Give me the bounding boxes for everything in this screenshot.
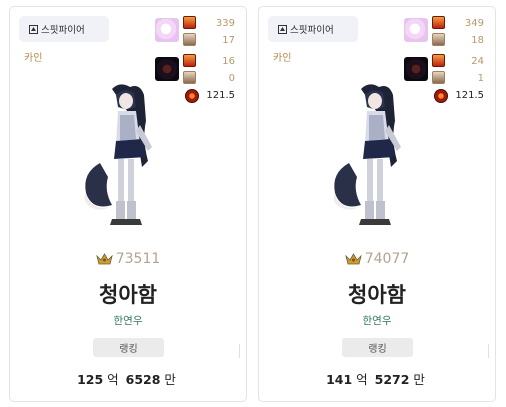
- ranking-button[interactable]: 랭킹: [93, 338, 164, 357]
- character-card-1[interactable]: 스핏파이어 카인 339 17 16 0 121.5 73511 청아함 한연우…: [9, 6, 247, 402]
- score-value: 74077: [364, 251, 410, 267]
- server-icon: [278, 24, 287, 34]
- stat-value: 16: [222, 56, 235, 67]
- server-name: 스핏파이어: [290, 25, 334, 36]
- value-text: 141 억 5272 만: [259, 369, 495, 388]
- value-man: 5272: [374, 372, 410, 387]
- avatar-dark-icon: [404, 57, 428, 81]
- value-man-unit: 만: [413, 372, 425, 387]
- value-man: 6528: [125, 372, 161, 387]
- server-icon: [29, 24, 38, 34]
- score-value: 73511: [115, 251, 161, 267]
- server-name: 스핏파이어: [41, 25, 85, 36]
- crown-icon: [95, 253, 113, 265]
- server-badge: 스핏파이어: [19, 16, 109, 42]
- character-sprite: [84, 84, 152, 225]
- value-eok-unit: 억: [356, 372, 368, 387]
- divider: [239, 344, 240, 358]
- character-sprite: [333, 84, 401, 225]
- buff-avatar-icon: [404, 18, 428, 42]
- score-row: 73511: [10, 251, 246, 267]
- job-name: 카인: [273, 53, 292, 64]
- character-card-2[interactable]: 스핏파이어 카인 349 18 24 1 121.5 74077 청아함 한연우…: [258, 6, 496, 402]
- ranking-button[interactable]: 랭킹: [342, 338, 413, 357]
- value-eok: 125: [77, 372, 104, 387]
- character-name[interactable]: 청아함: [10, 279, 246, 309]
- guild-name[interactable]: 한연우: [10, 313, 246, 328]
- stat-value: 1: [477, 73, 484, 84]
- value-text: 125 억 6528 만: [10, 369, 246, 388]
- job-name: 카인: [24, 53, 43, 64]
- stat-value: 349: [464, 18, 484, 29]
- value-eok-unit: 억: [107, 372, 119, 387]
- value-eok: 141: [326, 372, 353, 387]
- buff-avatar-icon: [155, 18, 179, 42]
- stat-value: 18: [471, 35, 484, 46]
- character-name[interactable]: 청아함: [259, 279, 495, 309]
- stat-value: 17: [222, 35, 235, 46]
- avatar-dark-icon: [155, 57, 179, 81]
- guild-name[interactable]: 한연우: [259, 313, 495, 328]
- crown-icon: [344, 253, 362, 265]
- stat-value: 339: [215, 18, 235, 29]
- stat-value: 0: [228, 73, 235, 84]
- divider: [488, 344, 489, 358]
- orb-value: 121.5: [455, 90, 484, 101]
- value-man-unit: 만: [164, 372, 176, 387]
- stat-value: 24: [471, 56, 484, 67]
- score-row: 74077: [259, 251, 495, 267]
- server-badge: 스핏파이어: [268, 16, 358, 42]
- orb-value: 121.5: [206, 90, 235, 101]
